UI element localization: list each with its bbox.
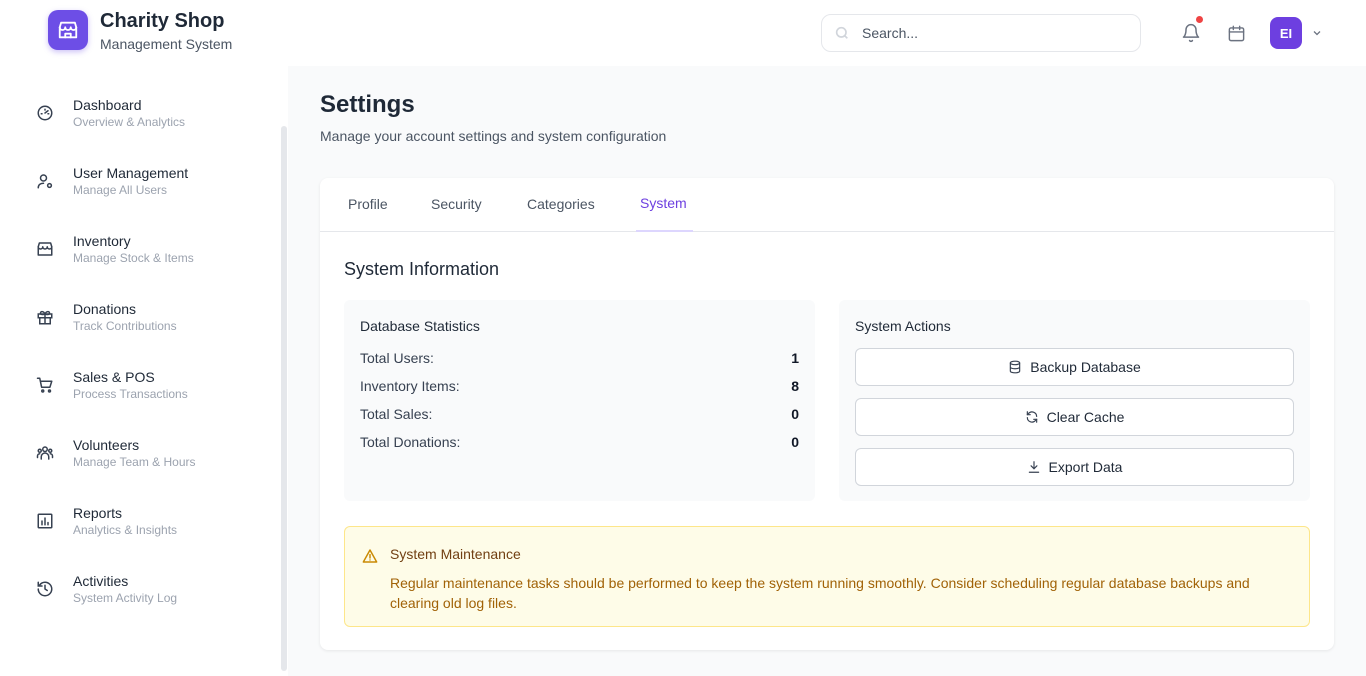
sidebar-item-label: Activities — [73, 573, 129, 589]
stat-label: Total Sales: — [360, 406, 433, 422]
calendar-button[interactable] — [1225, 22, 1247, 44]
panel-title: System Actions — [855, 318, 951, 334]
alert-text: Regular maintenance tasks should be perf… — [390, 575, 1250, 611]
search-box[interactable] — [821, 14, 1141, 52]
stat-value: 0 — [791, 434, 799, 450]
top-header: Charity Shop Management System EI — [0, 0, 1366, 66]
sidebar-item-donations[interactable]: Donations Track Contributions — [22, 300, 272, 356]
button-label: Backup Database — [1030, 359, 1141, 375]
settings-tabs: Profile Security Categories System — [320, 178, 1334, 232]
sidebar-item-label: User Management — [73, 165, 189, 181]
sidebar-item-sub: Manage Team & Hours — [73, 455, 196, 469]
tab-security[interactable]: Security — [431, 196, 482, 212]
history-icon — [37, 581, 53, 597]
gift-icon — [37, 310, 53, 325]
sidebar-item-label: Inventory — [73, 233, 131, 249]
bar-chart-icon — [37, 513, 53, 529]
sidebar-item-volunteers[interactable]: Volunteers Manage Team & Hours — [22, 436, 272, 492]
database-icon — [1009, 360, 1021, 374]
settings-card: Profile Security Categories System Syste… — [320, 178, 1334, 650]
export-data-button[interactable]: Export Data — [855, 448, 1294, 486]
stat-value: 1 — [791, 350, 799, 366]
search-icon — [834, 25, 850, 41]
tab-profile[interactable]: Profile — [348, 196, 388, 212]
bell-icon — [1182, 23, 1200, 43]
notification-badge — [1196, 16, 1203, 23]
user-gear-icon — [37, 174, 53, 189]
app-subtitle: Management System — [100, 36, 233, 52]
page-title: Settings — [320, 91, 415, 118]
sidebar-item-user-management[interactable]: User Management Manage All Users — [22, 164, 272, 220]
sidebar-item-label: Volunteers — [73, 437, 140, 453]
stat-value: 8 — [791, 378, 799, 394]
sidebar-item-label: Donations — [73, 301, 137, 317]
sidebar-item-label: Dashboard — [73, 97, 142, 113]
chevron-down-icon[interactable] — [1311, 27, 1323, 39]
refresh-icon — [1026, 411, 1037, 423]
alert-title: System Maintenance — [390, 546, 521, 562]
system-actions-panel: System Actions Backup Database Clear Cac… — [839, 300, 1310, 501]
sidebar-item-sub: Analytics & Insights — [73, 523, 178, 537]
stat-label: Total Users: — [360, 350, 434, 366]
stat-label: Inventory Items: — [360, 378, 460, 394]
sidebar: Dashboard Overview & Analytics User Mana… — [0, 66, 288, 676]
calendar-icon — [1228, 25, 1244, 41]
sidebar-item-sub: Process Transactions — [73, 387, 188, 401]
warning-icon — [362, 549, 378, 563]
sidebar-item-sub: Overview & Analytics — [73, 115, 186, 129]
stat-value: 0 — [791, 406, 799, 422]
sidebar-item-sub: System Activity Log — [73, 591, 178, 605]
clear-cache-button[interactable]: Clear Cache — [855, 398, 1294, 436]
sidebar-item-dashboard[interactable]: Dashboard Overview & Analytics — [22, 96, 272, 152]
brand[interactable]: Charity Shop Management System — [48, 10, 232, 52]
sidebar-item-sub: Track Contributions — [73, 319, 177, 333]
stat-row: Total Sales: 0 — [360, 406, 799, 422]
section-title: System Information — [344, 259, 500, 279]
tab-system[interactable]: System — [640, 195, 687, 211]
backup-database-button[interactable]: Backup Database — [855, 348, 1294, 386]
stat-row: Total Users: 1 — [360, 350, 799, 366]
sidebar-item-sub: Manage All Users — [73, 183, 168, 197]
sidebar-item-inventory[interactable]: Inventory Manage Stock & Items — [22, 232, 272, 288]
cart-icon — [36, 377, 53, 393]
stat-label: Total Donations: — [360, 434, 461, 450]
avatar[interactable]: EI — [1270, 17, 1302, 49]
sidebar-item-reports[interactable]: Reports Analytics & Insights — [22, 504, 272, 560]
button-label: Clear Cache — [1046, 409, 1125, 425]
stat-row: Inventory Items: 8 — [360, 378, 799, 394]
maintenance-alert: System Maintenance Regular maintenance t… — [344, 526, 1310, 627]
page-description: Manage your account settings and system … — [320, 128, 667, 144]
active-tab-indicator — [636, 230, 693, 232]
sidebar-item-activities[interactable]: Activities System Activity Log — [22, 572, 272, 628]
download-icon — [1028, 461, 1039, 473]
panel-title: Database Statistics — [360, 318, 480, 334]
store-logo-icon — [48, 10, 88, 50]
sidebar-scrollbar[interactable] — [281, 126, 287, 671]
sidebar-item-sub: Manage Stock & Items — [73, 251, 194, 265]
tab-categories[interactable]: Categories — [527, 196, 595, 212]
store-icon — [37, 242, 53, 256]
gauge-icon — [37, 105, 53, 121]
sidebar-item-sales-pos[interactable]: Sales & POS Process Transactions — [22, 368, 272, 424]
sidebar-item-label: Sales & POS — [73, 369, 155, 385]
button-label: Export Data — [1048, 459, 1123, 475]
database-statistics-panel: Database Statistics Total Users: 1 Inven… — [344, 300, 815, 501]
notification-button[interactable] — [1180, 16, 1203, 44]
team-icon — [36, 446, 54, 460]
app-title: Charity Shop — [100, 10, 225, 32]
sidebar-item-label: Reports — [73, 505, 123, 521]
main-content: Settings Manage your account settings an… — [288, 66, 1366, 676]
stat-row: Total Donations: 0 — [360, 434, 799, 450]
search-input[interactable] — [862, 25, 1122, 41]
